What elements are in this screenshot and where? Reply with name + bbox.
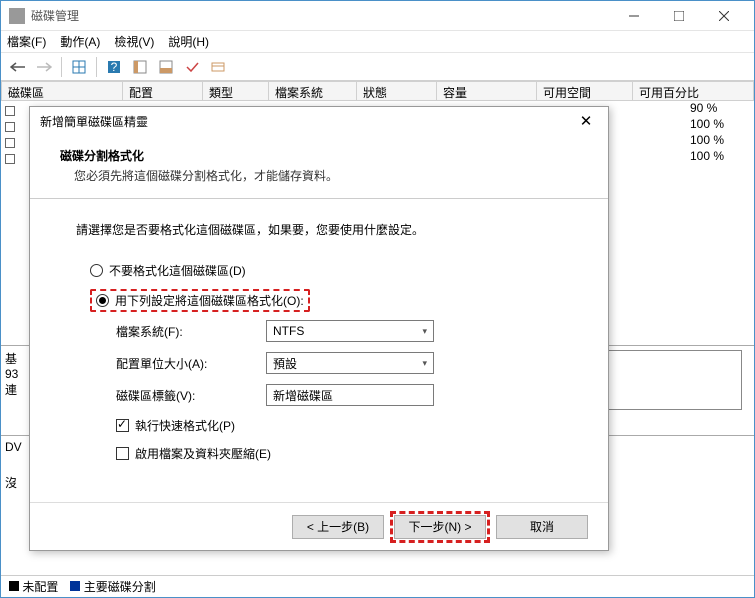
chevron-down-icon: ▾	[422, 358, 427, 369]
pct-value: 100 %	[690, 149, 724, 165]
col-status[interactable]: 狀態	[357, 81, 437, 100]
chevron-down-icon: ▾	[422, 326, 427, 337]
compression-checkbox[interactable]: 啟用檔案及資料夾壓縮(E)	[116, 444, 562, 462]
help-icon[interactable]: ?	[103, 56, 125, 78]
col-type[interactable]: 類型	[203, 81, 269, 100]
close-button[interactable]	[701, 2, 746, 30]
table-header: 磁碟區 配置 類型 檔案系統 狀態 容量 可用空間 可用百分比	[1, 81, 754, 101]
radio-format[interactable]: 用下列設定將這個磁碟區格式化(O):	[90, 290, 562, 310]
main-titlebar: 磁碟管理	[1, 1, 754, 31]
dialog-instruction: 請選擇您是否要格式化這個磁碟區，如果要，您要使用什麼設定。	[76, 221, 562, 238]
toolbar: ?	[1, 53, 754, 81]
back-icon[interactable]	[7, 56, 29, 78]
au-label: 配置單位大小(A):	[116, 355, 266, 372]
pct-value: 90 %	[690, 101, 724, 117]
menu-view[interactable]: 檢視(V)	[114, 33, 154, 50]
next-button[interactable]: 下一步(N) >	[394, 515, 486, 539]
fs-label: 檔案系統(F):	[116, 323, 266, 340]
radio-no-format[interactable]: 不要格式化這個磁碟區(D)	[90, 260, 562, 280]
svg-text:?: ?	[111, 60, 118, 74]
panel1-icon[interactable]	[129, 56, 151, 78]
volume-label-input[interactable]: 新增磁碟區	[266, 384, 434, 406]
minimize-button[interactable]	[611, 2, 656, 30]
menu-file[interactable]: 檔案(F)	[7, 33, 46, 50]
check-icon[interactable]	[181, 56, 203, 78]
wizard-dialog: 新增簡單磁碟區精靈 ✕ 磁碟分割格式化 您必須先將這個磁碟分割格式化，才能儲存資…	[29, 106, 609, 551]
forward-icon[interactable]	[33, 56, 55, 78]
col-pct[interactable]: 可用百分比	[633, 81, 754, 100]
dialog-heading: 磁碟分割格式化	[60, 147, 578, 164]
app-icon	[9, 8, 25, 24]
dialog-title: 新增簡單磁碟區精靈	[40, 113, 574, 130]
cancel-button[interactable]: 取消	[496, 515, 588, 539]
dialog-subheading: 您必須先將這個磁碟分割格式化，才能儲存資料。	[60, 167, 578, 184]
legend: 未配置 主要磁碟分割	[1, 575, 754, 597]
vl-label: 磁碟區標籤(V):	[116, 387, 266, 404]
col-capacity[interactable]: 容量	[437, 81, 537, 100]
col-layout[interactable]: 配置	[123, 81, 203, 100]
maximize-button[interactable]	[656, 2, 701, 30]
panel2-icon[interactable]	[155, 56, 177, 78]
menu-action[interactable]: 動作(A)	[60, 33, 100, 50]
grid-icon[interactable]	[68, 56, 90, 78]
col-volume[interactable]: 磁碟區	[1, 81, 123, 100]
pct-value: 100 %	[690, 117, 724, 133]
col-free[interactable]: 可用空間	[537, 81, 633, 100]
menu-help[interactable]: 說明(H)	[168, 33, 209, 50]
fs-select[interactable]: NTFS▾	[266, 320, 434, 342]
back-button[interactable]: < 上一步(B)	[292, 515, 384, 539]
window-title: 磁碟管理	[31, 7, 611, 24]
dialog-close-icon[interactable]: ✕	[574, 112, 598, 130]
col-fs[interactable]: 檔案系統	[269, 81, 357, 100]
pct-value: 100 %	[690, 133, 724, 149]
list-icon[interactable]	[207, 56, 229, 78]
menubar: 檔案(F) 動作(A) 檢視(V) 說明(H)	[1, 31, 754, 53]
au-select[interactable]: 預設▾	[266, 352, 434, 374]
quick-format-checkbox[interactable]: 執行快速格式化(P)	[116, 416, 562, 434]
